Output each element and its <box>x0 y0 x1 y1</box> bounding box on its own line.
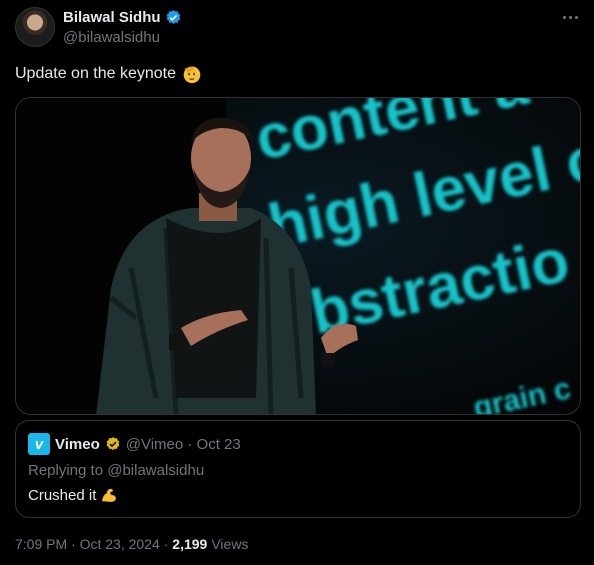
replying-to-label: Replying to <box>28 462 104 479</box>
flexed-biceps-icon <box>102 488 117 503</box>
tweet-header: Bilawal Sidhu @bilawalsidhu <box>15 7 580 49</box>
gold-verified-badge-icon <box>106 437 120 451</box>
quote-text-content: Crushed it <box>28 486 97 504</box>
replying-to-line: Replying to @bilawalsidhu <box>28 462 204 479</box>
verified-badge-icon <box>166 10 180 24</box>
more-options-icon[interactable] <box>560 9 580 25</box>
quote-text: Crushed it <box>28 486 118 504</box>
author-name-row: Bilawal Sidhu <box>63 9 182 26</box>
vimeo-logo-icon[interactable]: v <box>28 433 50 455</box>
views-label: Views <box>211 536 249 552</box>
quoted-reply-card[interactable]: v Vimeo @Vimeo · Oct 23 Replying to @bil… <box>15 420 581 518</box>
quote-header: v Vimeo @Vimeo · Oct 23 <box>28 433 241 455</box>
tweet-meta: 7:09 PM · Oct 23, 2024 · 2,199 Views <box>15 536 248 552</box>
tweet-text-content: Update on the keynote <box>15 65 177 82</box>
tweet-timestamp[interactable]: 7:09 PM · Oct 23, 2024 · <box>15 536 168 552</box>
quote-handle-date[interactable]: @Vimeo · Oct 23 <box>126 436 241 453</box>
keynote-photo: content a high level o bstractio grain c <box>16 98 580 414</box>
views-count: 2,199 <box>172 536 208 552</box>
tweet-text: Update on the keynote <box>15 64 202 84</box>
saluting-face-icon <box>183 66 201 84</box>
avatar[interactable] <box>15 7 55 47</box>
author-name[interactable]: Bilawal Sidhu <box>63 9 161 26</box>
quote-author-name[interactable]: Vimeo <box>55 436 100 453</box>
replying-to-handle[interactable]: @bilawalsidhu <box>107 462 204 479</box>
tweet-media-image[interactable]: content a high level o bstractio grain c <box>15 97 581 415</box>
author-handle[interactable]: @bilawalsidhu <box>63 29 160 46</box>
